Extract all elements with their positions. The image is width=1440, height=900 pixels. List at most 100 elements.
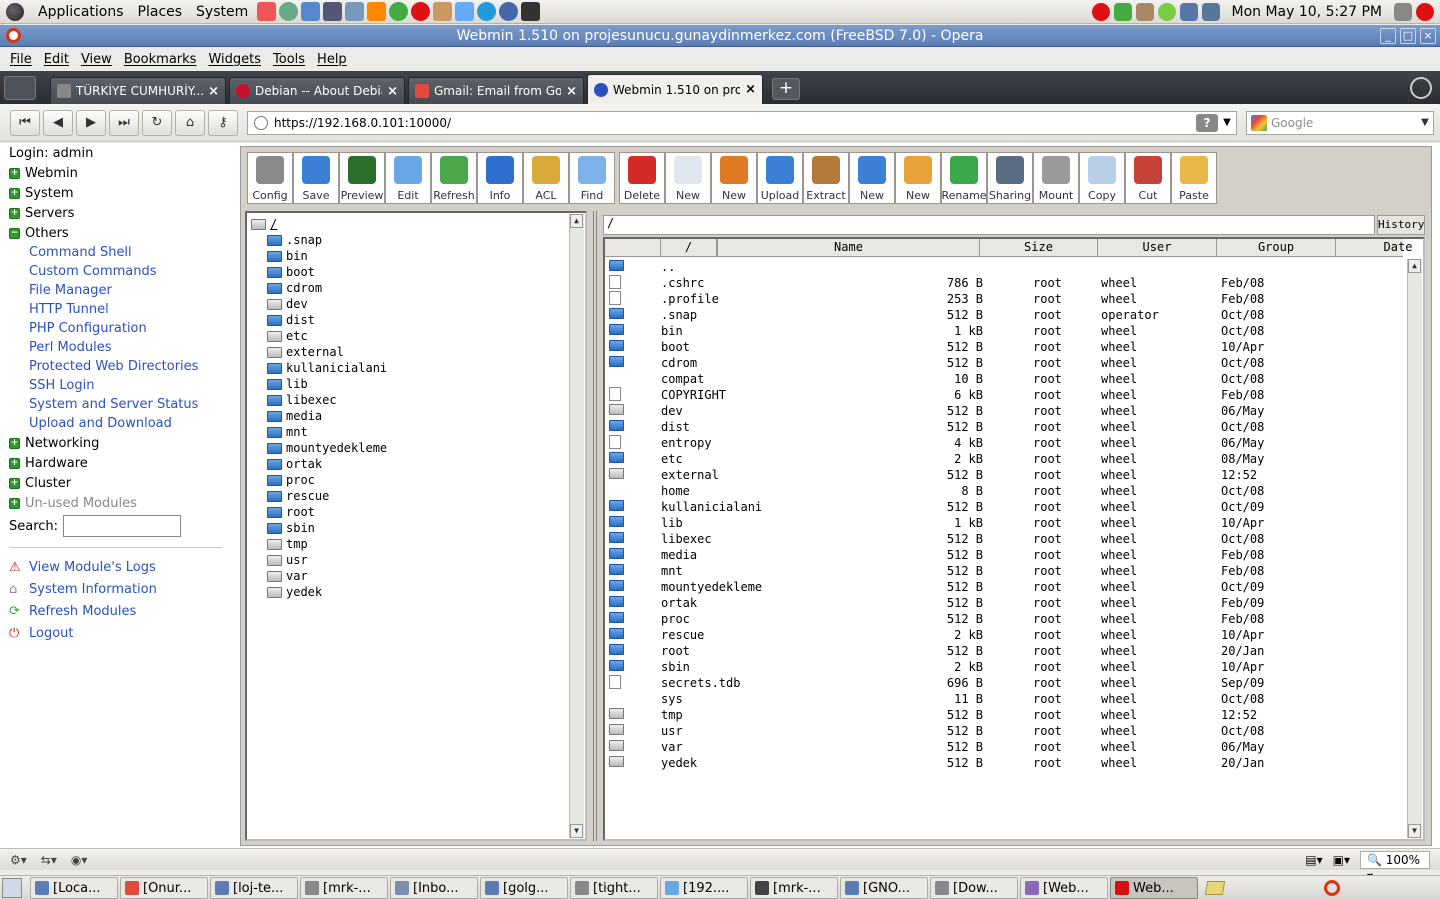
taskbar-window-button[interactable]: [mrk-... bbox=[300, 877, 388, 899]
menu-bookmarks[interactable]: Bookmarks bbox=[124, 52, 197, 67]
reload-button[interactable]: ↻ bbox=[142, 109, 172, 136]
category-hardware[interactable]: + Hardware bbox=[9, 453, 236, 473]
col-user[interactable]: User bbox=[1098, 239, 1217, 257]
toolbar-save-button[interactable]: Save bbox=[293, 152, 339, 204]
table-row[interactable]: sbin 2 kB root wheel 10/Apr bbox=[605, 659, 1403, 675]
taskbar-window-button[interactable]: [loj-te... bbox=[210, 877, 298, 899]
table-row[interactable]: dev 512 B root wheel 06/May bbox=[605, 403, 1403, 419]
toolbar-preview-button[interactable]: Preview bbox=[339, 152, 385, 204]
toolbar-extract-button[interactable]: Extract bbox=[803, 152, 849, 204]
closed-tabs-icon[interactable] bbox=[1410, 77, 1432, 99]
tree-item[interactable]: rescue bbox=[267, 488, 387, 504]
opera-logo-icon[interactable] bbox=[6, 28, 21, 43]
system-menu[interactable]: System bbox=[196, 4, 248, 20]
chrome-launcher-icon[interactable] bbox=[389, 2, 409, 21]
toolbar-info-button[interactable]: Info bbox=[477, 152, 523, 204]
new-tab-button[interactable]: + bbox=[772, 78, 800, 100]
table-row[interactable]: home 8 B root wheel Oct/08 bbox=[605, 483, 1403, 499]
category-others[interactable]: − Others bbox=[9, 223, 236, 243]
tree-item[interactable]: proc bbox=[267, 472, 387, 488]
toolbar-edit-button[interactable]: Edit bbox=[385, 152, 431, 204]
toolbar-sharing-button[interactable]: Sharing bbox=[987, 152, 1033, 204]
tree-item[interactable]: bin bbox=[267, 248, 387, 264]
toolbar-config-button[interactable]: Config bbox=[247, 152, 293, 204]
table-row[interactable]: yedek 512 B root wheel 20/Jan bbox=[605, 755, 1403, 771]
tree-root[interactable]: / bbox=[251, 217, 277, 231]
table-row[interactable]: external 512 B root wheel 12:52 bbox=[605, 467, 1403, 483]
table-row[interactable]: .profile 253 B root wheel Feb/08 bbox=[605, 290, 1403, 307]
table-row[interactable]: proc 512 B root wheel Feb/08 bbox=[605, 611, 1403, 627]
view-logs-link[interactable]: ⚠ View Module's Logs bbox=[9, 556, 236, 578]
refresh-modules-link[interactable]: ⟳ Refresh Modules bbox=[9, 600, 236, 622]
skype-launcher-icon[interactable] bbox=[477, 2, 497, 21]
site-info-button[interactable]: ? bbox=[1196, 113, 1218, 132]
module-http-tunnel[interactable]: HTTP Tunnel bbox=[29, 300, 236, 319]
minimize-icon[interactable]: _ bbox=[1380, 28, 1396, 44]
category-servers[interactable]: + Servers bbox=[9, 203, 236, 223]
category-unused-modules[interactable]: + Un-used Modules bbox=[9, 493, 236, 513]
toolbar-delete-button[interactable]: Delete bbox=[619, 152, 665, 204]
taskbar-window-button[interactable]: [Inbo... bbox=[390, 877, 478, 899]
module-php-configuration[interactable]: PHP Configuration bbox=[29, 319, 236, 338]
tree-item[interactable]: mnt bbox=[267, 424, 387, 440]
forward-button[interactable]: ▶ bbox=[76, 109, 106, 136]
image-launcher-icon[interactable] bbox=[345, 2, 365, 21]
unite-icon[interactable]: ◉▾ bbox=[71, 853, 88, 867]
menu-view[interactable]: View bbox=[81, 52, 112, 67]
network-icon[interactable]: ⇆▾ bbox=[41, 853, 57, 867]
module-file-manager[interactable]: File Manager bbox=[29, 281, 236, 300]
tab-turkiye[interactable]: TÜRKİYE CUMHURİY... × bbox=[50, 77, 226, 104]
user-tray-icon[interactable] bbox=[1135, 2, 1154, 21]
module-custom-commands[interactable]: Custom Commands bbox=[29, 262, 236, 281]
tree-item[interactable]: dist bbox=[267, 312, 387, 328]
menu-help[interactable]: Help bbox=[317, 52, 347, 67]
scroll-down-icon[interactable]: ▼ bbox=[570, 824, 583, 838]
tab-close-icon[interactable]: × bbox=[208, 84, 219, 99]
toolbar-new-button[interactable]: New bbox=[665, 152, 711, 204]
home-button[interactable]: ⌂ bbox=[175, 109, 205, 136]
toolbar-rename-button[interactable]: Rename bbox=[941, 152, 987, 204]
clock[interactable]: Mon May 10, 5:27 PM bbox=[1232, 4, 1383, 20]
table-row[interactable]: ortak 512 B root wheel Feb/09 bbox=[605, 595, 1403, 611]
taskbar-window-button[interactable]: [192.... bbox=[660, 877, 748, 899]
col-name[interactable]: Name bbox=[718, 239, 980, 257]
tree-item[interactable]: etc bbox=[267, 328, 387, 344]
opera-tray-icon[interactable] bbox=[1091, 2, 1110, 21]
tab-debian[interactable]: Debian -- About Debian × bbox=[229, 77, 405, 104]
taskbar-window-button[interactable]: [Loca... bbox=[30, 877, 118, 899]
zoom-select[interactable]: 🔍 100% ▾ bbox=[1360, 850, 1430, 883]
table-row[interactable]: libexec 512 B root wheel Oct/08 bbox=[605, 531, 1403, 547]
system-information-link[interactable]: ⌂ System Information bbox=[9, 578, 236, 600]
table-row[interactable]: dist 512 B root wheel Oct/08 bbox=[605, 419, 1403, 435]
menu-file[interactable]: File bbox=[10, 52, 32, 67]
module-command-shell[interactable]: Command Shell bbox=[29, 243, 236, 262]
tree-item[interactable]: root bbox=[267, 504, 387, 520]
pane-splitter[interactable] bbox=[593, 211, 597, 841]
col-size[interactable]: Size bbox=[980, 239, 1098, 257]
panel-toggle-button[interactable] bbox=[4, 76, 36, 100]
table-row[interactable]: sys 11 B root wheel Oct/08 bbox=[605, 691, 1403, 707]
category-webmin[interactable]: + Webmin bbox=[9, 163, 236, 183]
table-row[interactable]: tmp 512 B root wheel 12:52 bbox=[605, 707, 1403, 723]
globe-launcher-icon[interactable] bbox=[279, 2, 299, 21]
taskbar-window-button[interactable]: [Onur... bbox=[120, 877, 208, 899]
tree-item[interactable]: cdrom bbox=[267, 280, 387, 296]
messenger-launcher-icon[interactable] bbox=[301, 2, 321, 21]
table-row[interactable]: mnt 512 B root wheel Feb/08 bbox=[605, 563, 1403, 579]
col-path[interactable]: / bbox=[661, 239, 717, 257]
tab-close-icon[interactable]: × bbox=[745, 82, 756, 97]
table-row[interactable]: rescue 2 kB root wheel 10/Apr bbox=[605, 627, 1403, 643]
taskbar-window-button[interactable]: [Dow... bbox=[930, 877, 1018, 899]
toolbar-upload-button[interactable]: Upload bbox=[757, 152, 803, 204]
fast-forward-button[interactable]: ⏭ bbox=[109, 109, 139, 136]
taskbar-window-button[interactable]: [GNO... bbox=[840, 877, 928, 899]
table-row[interactable]: boot 512 B root wheel 10/Apr bbox=[605, 339, 1403, 355]
tree-item[interactable]: var bbox=[267, 568, 387, 584]
table-row[interactable]: cdrom 512 B root wheel Oct/08 bbox=[605, 355, 1403, 371]
scroll-up-icon[interactable]: ▲ bbox=[570, 214, 583, 228]
toolbar-find-button[interactable]: Find bbox=[569, 152, 615, 204]
menu-tools[interactable]: Tools bbox=[273, 52, 305, 67]
toolbar-copy-button[interactable]: Copy bbox=[1079, 152, 1125, 204]
taskbar-window-button[interactable]: [tight... bbox=[570, 877, 658, 899]
monitor-tray-icon[interactable] bbox=[1179, 2, 1198, 21]
